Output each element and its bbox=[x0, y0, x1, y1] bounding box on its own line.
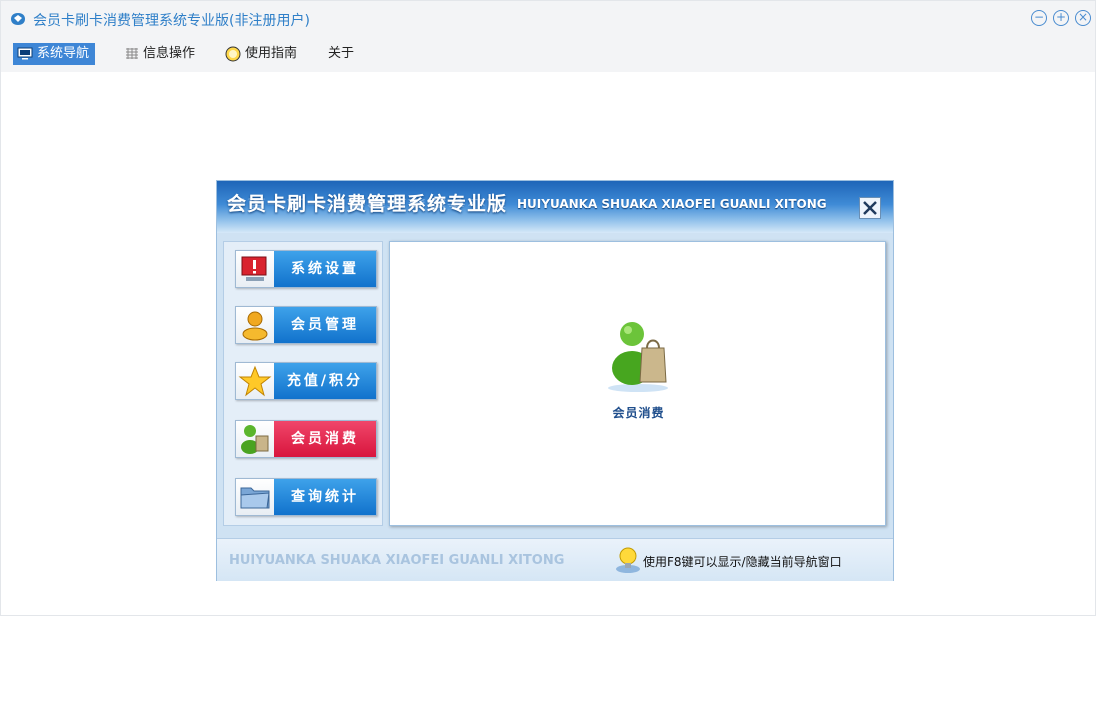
folder-icon bbox=[236, 479, 274, 515]
close-icon: × bbox=[1077, 10, 1089, 24]
menu-item-about[interactable]: 关于 bbox=[324, 43, 360, 65]
shopper-icon bbox=[236, 421, 274, 457]
dialog-header: 会员卡刷卡消费管理系统专业版 会员卡刷卡消费管理系统专业版 HUIYUANKA … bbox=[217, 181, 893, 233]
menu-item-label: 使用指南 bbox=[245, 46, 298, 61]
content-item-label[interactable]: 会员消费 bbox=[390, 404, 887, 421]
menu-item-label: 关于 bbox=[328, 46, 355, 61]
content-panel: 会员消费 bbox=[389, 241, 886, 526]
close-icon bbox=[863, 201, 877, 215]
menu-item-label: 信息操作 bbox=[143, 46, 196, 61]
minimize-button[interactable]: − bbox=[1031, 10, 1047, 26]
face-icon bbox=[225, 46, 241, 61]
footer-tip-text: 使用F8键可以显示/隐藏当前导航窗口 bbox=[643, 555, 842, 569]
dialog-subtitle: HUIYUANKA SHUAKA XIAOFEI GUANLI XITONG bbox=[517, 197, 827, 211]
nav-button-label: 会员管理 bbox=[274, 307, 376, 343]
nav-button-label: 充值/积分 bbox=[274, 363, 376, 399]
nav-button-label: 会员消费 bbox=[274, 421, 376, 457]
monitor-icon bbox=[17, 47, 33, 60]
menu-item-label: 系统导航 bbox=[37, 46, 90, 61]
maximize-icon: + bbox=[1055, 10, 1067, 24]
nav-button-recharge-points[interactable]: 充值/积分 bbox=[235, 362, 377, 400]
alert-monitor-icon bbox=[236, 251, 274, 287]
nav-button-query-statistics[interactable]: 查询统计 bbox=[235, 478, 377, 516]
nav-button-system-settings[interactable]: 系统设置 bbox=[235, 250, 377, 288]
dialog-footer: HUIYUANKA SHUAKA XIAOFEI GUANLI XITONG 使… bbox=[217, 538, 893, 581]
user-icon bbox=[236, 307, 274, 343]
menu-item-user-guide[interactable]: 使用指南 bbox=[221, 43, 303, 65]
navigation-dialog: 会员卡刷卡消费管理系统专业版 会员卡刷卡消费管理系统专业版 HUIYUANKA … bbox=[216, 180, 894, 581]
maximize-button[interactable]: + bbox=[1053, 10, 1069, 26]
app-logo-icon bbox=[11, 13, 25, 25]
nav-button-label: 系统设置 bbox=[274, 251, 376, 287]
minimize-icon: − bbox=[1033, 10, 1045, 24]
window-title: 会员卡刷卡消费管理系统专业版(非注册用户) bbox=[33, 13, 310, 29]
shopper-icon[interactable] bbox=[606, 318, 670, 394]
main-window: 会员卡刷卡消费管理系统专业版(非注册用户) − + × 系统导航 信息操作 使用… bbox=[0, 0, 1096, 616]
nav-button-member-consumption[interactable]: 会员消费 bbox=[235, 420, 377, 458]
close-button[interactable]: × bbox=[1075, 10, 1091, 26]
lightbulb-icon bbox=[616, 547, 640, 573]
dialog-close-button[interactable] bbox=[859, 197, 881, 219]
grid-icon bbox=[126, 48, 138, 59]
menu-bar: 系统导航 信息操作 使用指南 关于 bbox=[1, 37, 1095, 72]
title-bar: 会员卡刷卡消费管理系统专业版(非注册用户) − + × bbox=[1, 1, 1095, 37]
nav-button-member-management[interactable]: 会员管理 bbox=[235, 306, 377, 344]
dialog-title: 会员卡刷卡消费管理系统专业版 bbox=[227, 193, 508, 215]
menu-item-system-nav[interactable]: 系统导航 bbox=[13, 43, 96, 65]
star-icon bbox=[236, 363, 274, 399]
menu-item-info-ops[interactable]: 信息操作 bbox=[121, 43, 201, 65]
nav-button-panel: 系统设置 会员管理 充值/积分 会员消费 查询统计 bbox=[223, 241, 383, 526]
footer-english-text: HUIYUANKA SHUAKA XIAOFEI GUANLI XITONG bbox=[229, 553, 565, 568]
nav-button-label: 查询统计 bbox=[274, 479, 376, 515]
